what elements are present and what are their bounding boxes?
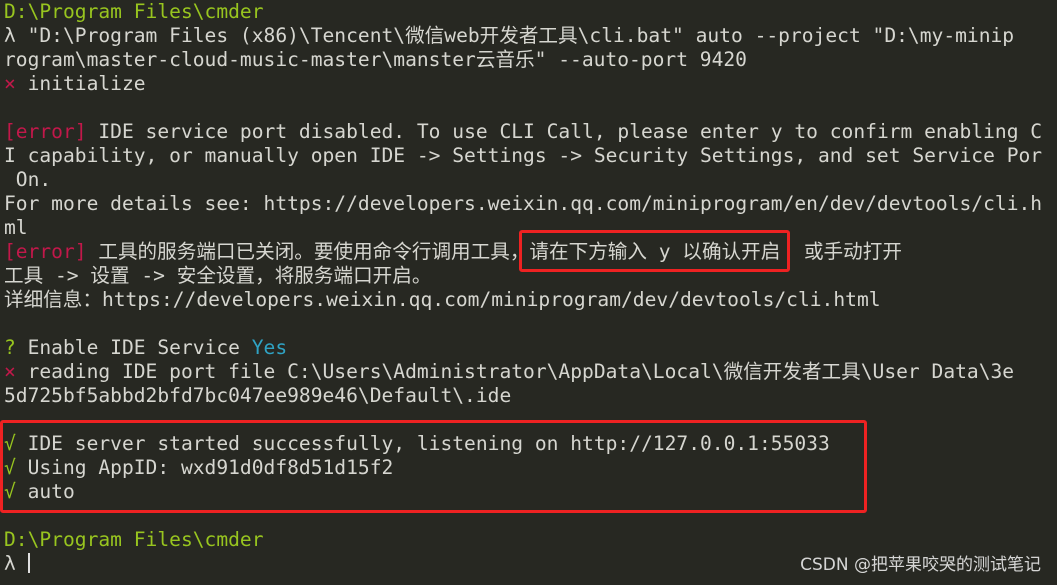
line-text: On.	[4, 168, 52, 191]
lambda-prompt-icon: λ	[4, 24, 16, 47]
output-line: 详细信息：https://developers.weixin.qq.com/mi…	[4, 288, 1057, 312]
lambda-prompt-icon: λ	[4, 552, 16, 575]
line-text: D:\Program Files\cmder	[4, 0, 264, 23]
output-line: rogram\master-cloud-music-master\manster…	[4, 48, 1057, 72]
line-text: Enable IDE Service	[15, 336, 252, 359]
line-text: IDE service port disabled. To use CLI Ca…	[86, 120, 1043, 143]
line-text: reading IDE port file C:\Users\Administr…	[15, 360, 1015, 383]
line-text: initialize	[15, 72, 146, 95]
command-line: λ "D:\Program Files (x86)\Tencent\微信web开…	[4, 24, 1057, 48]
output-line: I capability, or manually open IDE -> Se…	[4, 144, 1057, 168]
line-text: 工具 -> 设置 -> 安全设置，将服务端口开启。	[4, 264, 432, 287]
line-text: rogram\master-cloud-music-master\manster…	[4, 48, 747, 71]
output-line: × reading IDE port file C:\Users\Adminis…	[4, 360, 1057, 384]
cross-icon: ×	[4, 360, 16, 383]
cross-icon: ×	[4, 72, 16, 95]
error-line: [error] IDE service port disabled. To us…	[4, 120, 1057, 144]
error-tag: [error]	[4, 120, 87, 143]
line-text: 5d725bf5abbd2bfd7bc047ee989e46\Default\.…	[4, 384, 512, 407]
error-tag: [error]	[4, 240, 87, 263]
line-text: I capability, or manually open IDE -> Se…	[4, 144, 1043, 167]
line-text: ml	[4, 216, 28, 239]
line-text	[16, 552, 28, 575]
question-line: ? Enable IDE Service Yes	[4, 336, 1057, 360]
text-cursor	[27, 553, 30, 573]
highlight-box-success	[0, 420, 867, 513]
highlight-box-confirm	[519, 230, 790, 272]
watermark: CSDN @把苹果咬哭的测试笔记	[800, 555, 1041, 575]
prompt-path: D:\Program Files\cmder	[4, 0, 1057, 24]
line-text: D:\Program Files\cmder	[4, 528, 264, 551]
question-icon: ?	[4, 336, 16, 359]
output-line: On.	[4, 168, 1057, 192]
output-line: 5d725bf5abbd2bfd7bc047ee989e46\Default\.…	[4, 384, 1057, 408]
output-line: For more details see: https://developers…	[4, 192, 1057, 216]
answer-text: Yes	[251, 336, 288, 359]
line-text: For more details see: https://developers…	[4, 192, 1043, 215]
line-text: "D:\Program Files (x86)\Tencent\微信web开发者…	[15, 24, 1015, 47]
line-text: 详细信息：https://developers.weixin.qq.com/mi…	[4, 288, 881, 311]
output-line: × initialize	[4, 72, 1057, 96]
prompt-path: D:\Program Files\cmder	[4, 528, 1057, 552]
